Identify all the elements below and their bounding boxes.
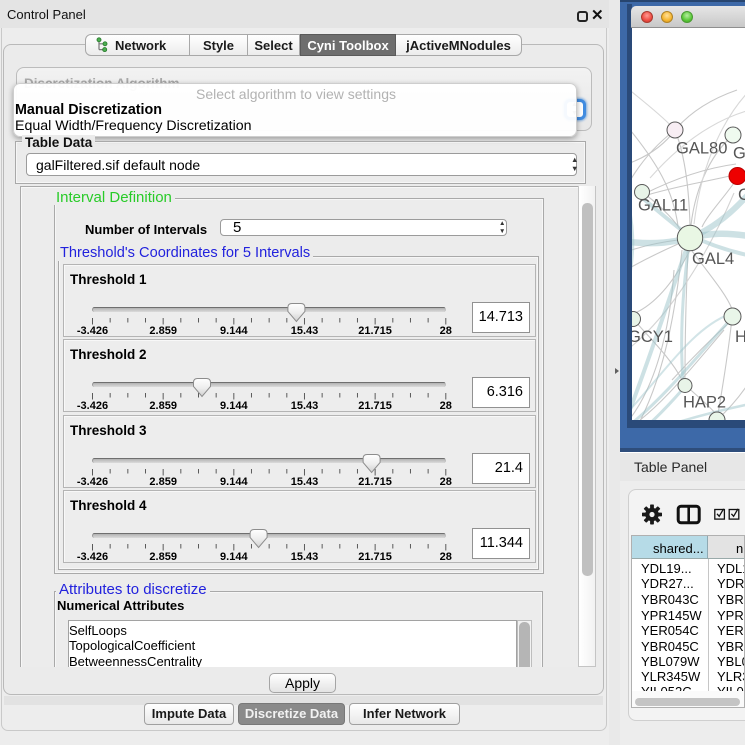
svg-text:GAL80: GAL80 — [676, 140, 727, 158]
svg-text:GA: GA — [733, 145, 745, 163]
svg-text:GCY1: GCY1 — [632, 328, 673, 346]
svg-text:GAL4: GAL4 — [692, 250, 734, 268]
svg-text:HAP2: HAP2 — [683, 394, 726, 412]
svg-text:H: H — [735, 328, 745, 346]
svg-text:C: C — [738, 186, 745, 204]
svg-text:GAL11: GAL11 — [638, 197, 688, 215]
